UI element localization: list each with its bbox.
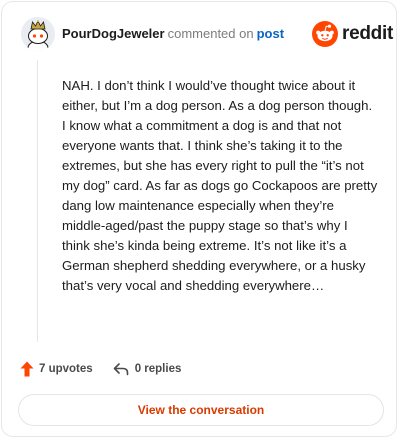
username[interactable]: PourDogJeweler [62,26,165,41]
reply-arrow-icon[interactable] [113,362,129,376]
reply-count: 0 replies [134,363,182,375]
view-conversation-button[interactable]: View the conversation [18,394,384,426]
reddit-brand[interactable]: reddit [312,21,393,47]
reddit-logo-icon [312,21,338,47]
avatar[interactable] [21,17,55,51]
upvote-arrow-icon[interactable] [20,361,34,377]
reddit-wordmark: reddit [342,23,393,44]
commented-on-text: commented on [167,26,254,41]
post-link[interactable]: post [257,26,284,41]
avatar-icon [21,17,55,51]
thread-line [37,60,38,342]
comment-card: PourDogJeweler commented on post reddit NA… [1,1,397,437]
comment-body: NAH. I don’t think I would’ve thought tw… [62,78,378,293]
comment-header: PourDogJeweler commented on post [62,26,284,42]
upvote-count: 7 upvotes [39,363,93,375]
comment-actions: 7 upvotes 0 replies [20,360,181,378]
